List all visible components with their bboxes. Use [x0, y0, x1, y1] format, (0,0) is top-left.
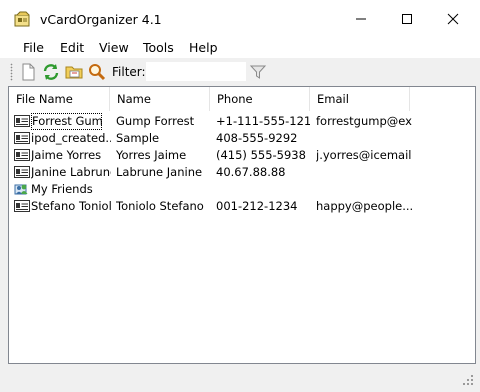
- menu-tools[interactable]: Tools: [141, 40, 176, 55]
- vcard-app-icon: [14, 11, 30, 27]
- search-button[interactable]: [87, 62, 107, 82]
- cell-name: Labrune Janine: [116, 165, 203, 179]
- filter-button[interactable]: [249, 63, 267, 81]
- cell-name: Yorres Jaime: [116, 148, 187, 162]
- table-row[interactable]: Forrest Gump Gump Forrest +1-111-555-1212 f…: [9, 113, 475, 130]
- funnel-icon: [249, 65, 267, 79]
- toolbar: Filter:: [0, 58, 480, 86]
- vcard-icon: [14, 199, 30, 213]
- group-icon: [14, 182, 30, 196]
- search-icon: [89, 64, 106, 81]
- filter-label: Filter:: [112, 65, 146, 79]
- new-document-icon: [22, 63, 35, 81]
- table-row[interactable]: Janine Labrune Labrune Janine 40.67.88.88: [9, 164, 475, 181]
- column-header-file-name[interactable]: File Name: [9, 87, 110, 111]
- column-header-phone[interactable]: Phone: [210, 87, 310, 111]
- list-header: File Name Name Phone Email: [9, 87, 475, 111]
- cell-phone: 001-212-1234: [216, 199, 298, 213]
- table-row[interactable]: Stefano Toniolo Toniolo Stefano 001-212-12…: [9, 198, 475, 215]
- cell-email: j.yorres@icemail....: [316, 148, 412, 162]
- close-icon: [447, 13, 459, 25]
- menu-bar: File Edit View Tools Help: [0, 38, 480, 58]
- vcard-icon: [14, 131, 30, 145]
- table-row[interactable]: Jaime Yorres Yorres Jaime (415) 555-5938 j.…: [9, 147, 475, 164]
- cell-file: Forrest Gump: [31, 113, 102, 130]
- maximize-button[interactable]: [384, 0, 430, 38]
- cell-file: Stefano Toniolo: [31, 199, 111, 213]
- cell-email: [316, 130, 412, 147]
- cell-name: Sample: [116, 131, 160, 145]
- refresh-icon: [43, 64, 59, 80]
- cell-email: forrestgump@ex...: [316, 114, 412, 128]
- cell-phone: 40.67.88.88: [216, 165, 286, 179]
- close-button[interactable]: [430, 0, 476, 38]
- table-row[interactable]: My Friends: [9, 181, 475, 198]
- menu-file[interactable]: File: [21, 40, 46, 55]
- new-button[interactable]: [18, 62, 38, 82]
- column-header-email[interactable]: Email: [310, 87, 410, 111]
- status-bar: [0, 364, 480, 392]
- filter-input[interactable]: [146, 62, 246, 81]
- cell-phone: 408-555-9292: [216, 131, 298, 145]
- menu-help[interactable]: Help: [187, 40, 220, 55]
- maximize-icon: [402, 14, 412, 24]
- title-bar: vCardOrganizer 4.1: [0, 0, 480, 38]
- contacts-list[interactable]: File Name Name Phone Email Forrest Gump G…: [8, 86, 476, 364]
- cell-email: [316, 181, 412, 198]
- cell-name: [116, 181, 210, 198]
- cell-file: My Friends: [31, 182, 93, 196]
- open-folder-icon: [65, 66, 83, 79]
- minimize-icon: [356, 18, 366, 20]
- cell-email: [316, 164, 412, 181]
- table-row[interactable]: ipod_created... Sample 408-555-9292: [9, 130, 475, 147]
- cell-file: ipod_created...: [31, 131, 111, 145]
- vcard-icon: [14, 148, 30, 162]
- vcard-icon: [14, 114, 30, 128]
- cell-name: Gump Forrest: [116, 114, 195, 128]
- cell-phone: [216, 181, 310, 198]
- minimize-button[interactable]: [338, 0, 384, 38]
- window-title: vCardOrganizer 4.1: [40, 12, 162, 27]
- resize-grip-icon[interactable]: [462, 374, 474, 386]
- cell-phone: (415) 555-5938: [216, 148, 306, 162]
- open-folder-button[interactable]: [64, 62, 84, 82]
- menu-view[interactable]: View: [97, 40, 131, 55]
- cell-name: Toniolo Stefano: [116, 199, 204, 213]
- cell-file: Janine Labrune: [31, 165, 111, 179]
- refresh-button[interactable]: [41, 62, 61, 82]
- vcard-icon: [14, 165, 30, 179]
- cell-email: happy@people....: [316, 199, 412, 213]
- cell-phone: +1-111-555-1212: [216, 114, 310, 128]
- menu-edit[interactable]: Edit: [58, 40, 86, 55]
- toolbar-grip[interactable]: [10, 63, 13, 81]
- column-header-name[interactable]: Name: [110, 87, 210, 111]
- cell-file: Jaime Yorres: [31, 148, 102, 162]
